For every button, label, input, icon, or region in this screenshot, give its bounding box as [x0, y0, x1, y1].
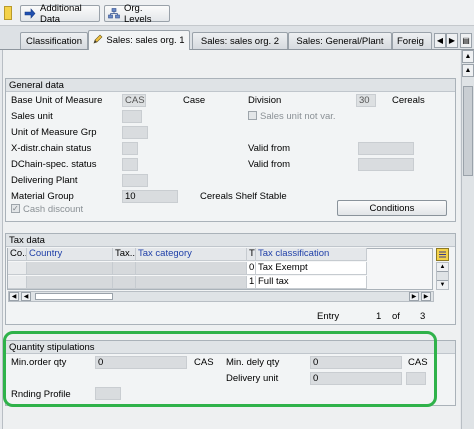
hscroll-last-button[interactable]: ▶ [421, 292, 431, 301]
tab-sales-org-2[interactable]: Sales: sales org. 2 [192, 32, 288, 49]
edit-pencil-icon [93, 34, 103, 47]
table-row-2-co[interactable] [8, 276, 27, 289]
dchain-status-field[interactable] [122, 158, 138, 171]
valid-from-1-field[interactable] [358, 142, 414, 155]
table-row-2-tax[interactable] [113, 276, 136, 289]
col-header-tax-classification[interactable]: Tax classification [256, 248, 367, 261]
tab-foreign-trade[interactable]: Foreig [392, 32, 432, 49]
delivering-plant-field[interactable] [122, 174, 148, 187]
table-horizontal-scrollbar[interactable]: ◀ ◀ ▶ ▶ [8, 291, 434, 302]
col-header-tax[interactable]: Tax.. [113, 248, 136, 261]
scroll-thumb[interactable] [463, 86, 473, 176]
uom-group-label: Unit of Measure Grp [11, 127, 97, 138]
xdistr-status-label: X-distr.chain status [11, 143, 92, 154]
uom-group-field[interactable] [122, 126, 148, 139]
valid-from-1-label: Valid from [248, 143, 291, 154]
additional-data-button[interactable]: Additional Data [20, 2, 100, 25]
material-group-field[interactable]: 10 [122, 190, 178, 203]
scroll-up-arrow[interactable]: ▲ [462, 50, 474, 63]
col-header-country[interactable]: Country [27, 248, 113, 261]
tab-sales-general-plant[interactable]: Sales: General/Plant [288, 32, 392, 49]
cash-discount-checkbox[interactable] [11, 204, 20, 213]
hscroll-thumb[interactable] [35, 293, 113, 300]
general-data-title: General data [6, 79, 455, 92]
org-levels-label: Org. Levels [124, 2, 152, 25]
tab-scroll-right-button[interactable]: ▶ [446, 33, 458, 48]
sales-unit-not-var-label: Sales unit not var. [260, 111, 336, 122]
table-row-1-country[interactable] [27, 262, 113, 275]
tax-data-title: Tax data [6, 234, 455, 247]
table-settings-icon[interactable] [436, 248, 449, 261]
hscroll-left-button[interactable]: ◀ [21, 292, 31, 301]
tab-scroll-left-button[interactable]: ◀ [434, 33, 446, 48]
table-row-2-t[interactable]: 1 [247, 276, 256, 289]
conditions-button[interactable]: Conditions [337, 200, 447, 216]
entry-current: 1 [376, 311, 382, 322]
org-levels-button[interactable]: Org. Levels [104, 2, 170, 25]
table-vertical-scrollbar[interactable]: ▲ ▼ [436, 262, 449, 290]
col-header-tax-category[interactable]: Tax category [136, 248, 247, 261]
tab-list-button[interactable]: ▤ [460, 33, 472, 48]
sales-unit-field[interactable] [122, 110, 142, 123]
table-row-2-country[interactable] [27, 276, 113, 289]
tab-sales-org-1[interactable]: Sales: sales org. 1 [88, 30, 190, 50]
entry-total: 3 [420, 311, 426, 322]
vertical-scrollbar[interactable]: ▲ ▲ [461, 50, 474, 429]
cash-discount-label: Cash discount [23, 204, 84, 215]
toolbar-grip [4, 6, 12, 20]
table-row-1-t[interactable]: 0 [247, 262, 256, 275]
table-scroll-down-arrow[interactable]: ▼ [437, 280, 448, 289]
table-row-2-classification[interactable]: Full tax [256, 276, 367, 289]
material-group-label: Material Group [11, 191, 74, 202]
table-scroll-up-arrow[interactable]: ▲ [437, 263, 448, 272]
division-text: Cereals [392, 95, 425, 106]
xdistr-status-field[interactable] [122, 142, 138, 155]
highlight-annotation [3, 331, 437, 407]
table-row-1-classification[interactable]: Tax Exempt [256, 262, 367, 275]
col-header-country-code[interactable]: Co.. [8, 248, 27, 261]
dchain-status-label: DChain-spec. status [11, 159, 97, 170]
base-uom-field[interactable]: CAS [122, 94, 146, 107]
entry-label: Entry [317, 311, 340, 322]
additional-data-label: Additional Data [40, 2, 82, 25]
table-row-1-tax[interactable] [113, 262, 136, 275]
sales-unit-label: Sales unit [11, 111, 53, 122]
division-field[interactable]: 30 [356, 94, 376, 107]
table-row-1-category[interactable] [136, 262, 247, 275]
hscroll-right-button[interactable]: ▶ [409, 292, 419, 301]
tab-classification[interactable]: Classification [20, 32, 88, 49]
division-label: Division [248, 95, 282, 106]
col-header-t[interactable]: T [247, 248, 256, 261]
scroll-up-page-arrow[interactable]: ▲ [462, 64, 474, 77]
entry-of: of [392, 311, 400, 322]
table-row-1-co[interactable] [8, 262, 27, 275]
delivering-plant-label: Delivering Plant [11, 175, 78, 186]
sales-unit-not-var-checkbox[interactable] [248, 111, 257, 120]
base-uom-label: Base Unit of Measure [11, 95, 103, 106]
org-levels-icon [108, 8, 120, 19]
arrow-right-icon [24, 8, 36, 19]
material-group-text: Cereals Shelf Stable [200, 191, 287, 202]
table-row-2-category[interactable] [136, 276, 247, 289]
valid-from-2-field[interactable] [358, 158, 414, 171]
base-uom-text: Case [183, 95, 206, 106]
hscroll-first-button[interactable]: ◀ [9, 292, 19, 301]
valid-from-2-label: Valid from [248, 159, 291, 170]
